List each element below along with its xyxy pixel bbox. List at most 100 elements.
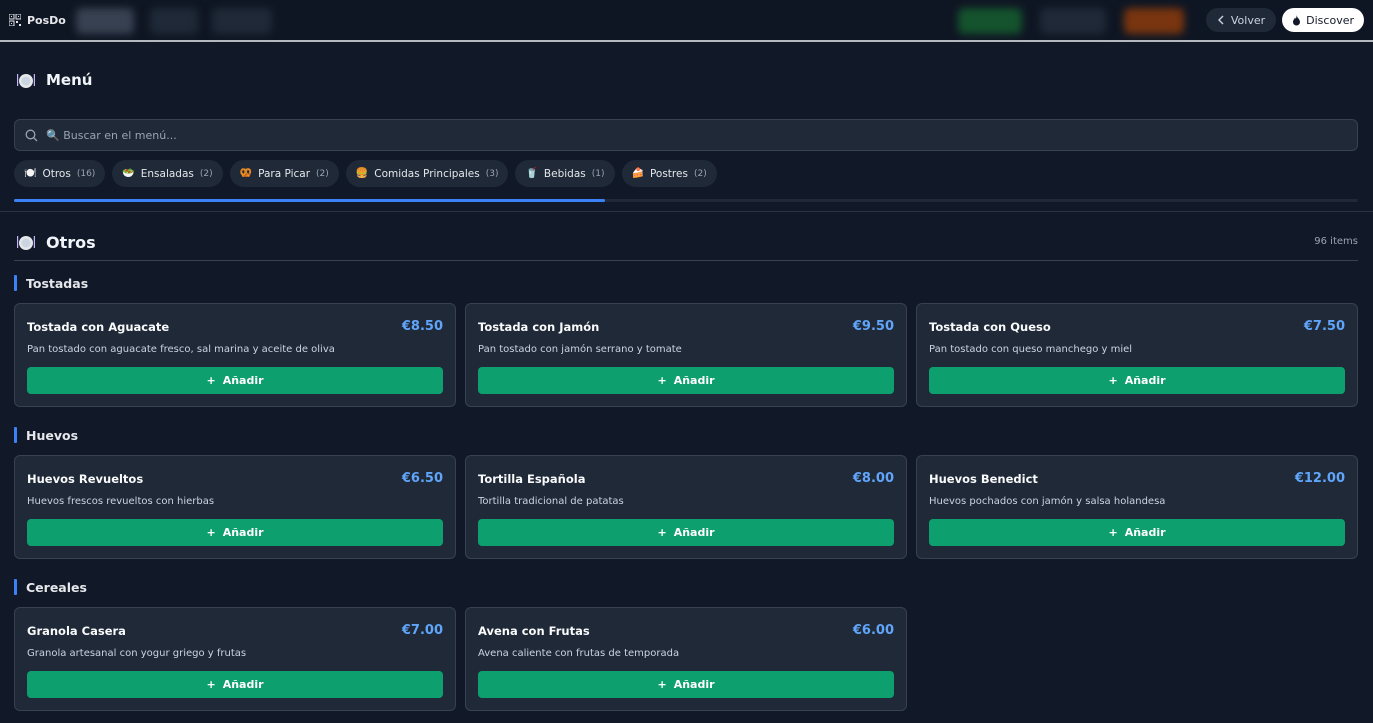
subcategory-header: Tostadas bbox=[14, 275, 88, 291]
subcategory-accent bbox=[14, 427, 17, 443]
brand[interactable]: PosDo bbox=[9, 14, 66, 27]
salad-icon: 🥗 bbox=[122, 168, 135, 179]
category-chip-postres[interactable]: 🍰 Postres (2) bbox=[621, 160, 717, 187]
category-chip-ensaladas[interactable]: 🥗 Ensaladas (2) bbox=[112, 160, 223, 187]
blurred-nav-region bbox=[1124, 8, 1184, 34]
add-item-button[interactable]: + Añadir bbox=[929, 519, 1345, 546]
add-item-label: Añadir bbox=[1124, 526, 1166, 539]
add-item-label: Añadir bbox=[222, 526, 264, 539]
menu-item-price: €6.00 bbox=[852, 623, 894, 638]
blurred-nav-region bbox=[1040, 8, 1106, 34]
add-item-button[interactable]: + Añadir bbox=[27, 367, 443, 394]
menu-item-card: Granola Casera €7.00 Granola artesanal c… bbox=[14, 607, 456, 711]
subcategory-title: Huevos bbox=[26, 427, 79, 443]
menu-item-description: Pan tostado con jamón serrano y tomate bbox=[478, 344, 682, 355]
drink-icon: 🥤 bbox=[525, 168, 538, 179]
menu-item-description: Pan tostado con aguacate fresco, sal mar… bbox=[27, 344, 335, 355]
plus-icon: + bbox=[657, 374, 667, 387]
plus-icon: + bbox=[206, 526, 216, 539]
menu-item-price: €12.00 bbox=[1294, 471, 1345, 486]
burger-icon: 🍔 bbox=[355, 168, 369, 179]
menu-item-name: Granola Casera bbox=[27, 624, 126, 638]
plus-icon: + bbox=[1108, 526, 1118, 539]
add-item-button[interactable]: + Añadir bbox=[929, 367, 1345, 394]
category-chips: 🍽️ Otros (16) 🥗 Ensaladas (2) 🥨 Para Pic… bbox=[14, 160, 717, 187]
add-item-button[interactable]: + Añadir bbox=[478, 519, 894, 546]
add-item-label: Añadir bbox=[222, 374, 264, 387]
category-chip-count: (2) bbox=[693, 168, 707, 179]
menu-item-name: Huevos Benedict bbox=[929, 472, 1038, 486]
add-item-button[interactable]: + Añadir bbox=[27, 671, 443, 698]
menu-item-name: Tostada con Aguacate bbox=[27, 320, 170, 334]
blurred-nav-region bbox=[958, 8, 1022, 34]
add-item-label: Añadir bbox=[222, 678, 264, 691]
back-button[interactable]: Volver bbox=[1205, 8, 1277, 32]
category-chip-count: (2) bbox=[316, 168, 329, 179]
menu-item-price: €7.00 bbox=[401, 623, 443, 638]
category-chip-para-picar[interactable]: 🥨 Para Picar (2) bbox=[229, 160, 339, 187]
discover-button-label: Discover bbox=[1306, 13, 1354, 27]
add-item-button[interactable]: + Añadir bbox=[478, 367, 894, 394]
page-title: Menú bbox=[46, 71, 93, 89]
section-title: Otros bbox=[46, 232, 96, 252]
search-icon bbox=[25, 129, 38, 141]
blurred-nav-region bbox=[150, 8, 198, 34]
menu-item-card: Tostada con Queso €7.50 Pan tostado con … bbox=[916, 303, 1358, 407]
subcategory-accent bbox=[14, 275, 17, 291]
category-chip-comidas-principales[interactable]: 🍔 Comidas Principales (3) bbox=[345, 160, 509, 187]
add-item-button[interactable]: + Añadir bbox=[27, 519, 443, 546]
menu-header: Menú bbox=[16, 70, 92, 90]
add-item-button[interactable]: + Añadir bbox=[478, 671, 894, 698]
section-item-count: 96 items bbox=[1314, 236, 1358, 247]
subcategory-title: Cereales bbox=[26, 579, 87, 595]
plus-icon: + bbox=[657, 678, 667, 691]
plate-icon bbox=[17, 74, 35, 88]
plate-icon: 🍽️ bbox=[24, 168, 37, 179]
category-chip-count: (2) bbox=[199, 168, 213, 179]
blurred-nav-region bbox=[212, 8, 272, 34]
plus-icon: + bbox=[1108, 374, 1118, 387]
flame-icon bbox=[1293, 14, 1301, 25]
category-chip-count: (1) bbox=[591, 168, 605, 179]
discover-button[interactable]: Discover bbox=[1282, 8, 1364, 32]
qr-code-icon bbox=[9, 14, 21, 26]
plus-icon: + bbox=[206, 678, 216, 691]
category-chip-label: Bebidas bbox=[543, 167, 586, 180]
menu-item-description: Avena caliente con frutas de temporada bbox=[478, 648, 680, 659]
category-scroll-progress[interactable] bbox=[14, 199, 1358, 202]
category-chip-label: Ensaladas bbox=[140, 167, 194, 180]
menu-item-price: €8.50 bbox=[401, 319, 443, 334]
menu-item-price: €7.50 bbox=[1303, 319, 1345, 334]
subcategory-header: Cereales bbox=[14, 579, 87, 595]
menu-item-card: Huevos Revueltos €6.50 Huevos frescos re… bbox=[14, 455, 456, 559]
category-chip-bebidas[interactable]: 🥤 Bebidas (1) bbox=[515, 160, 615, 187]
back-button-label: Volver bbox=[1230, 13, 1266, 27]
header-divider bbox=[0, 211, 1373, 212]
menu-item-description: Pan tostado con queso manchego y miel bbox=[929, 344, 1133, 355]
menu-item-card: Huevos Benedict €12.00 Huevos pochados c… bbox=[916, 455, 1358, 559]
cake-icon: 🍰 bbox=[631, 168, 644, 179]
menu-item-description: Tortilla tradicional de patatas bbox=[478, 496, 624, 507]
search-input[interactable] bbox=[46, 128, 1246, 142]
menu-item-price: €6.50 bbox=[401, 471, 443, 486]
plate-icon bbox=[17, 236, 35, 250]
subcategory-accent bbox=[14, 579, 17, 595]
menu-item-price: €8.00 bbox=[852, 471, 894, 486]
subcategory-header: Huevos bbox=[14, 427, 78, 443]
top-bar-divider bbox=[0, 40, 1373, 42]
brand-name: PosDo bbox=[27, 13, 66, 27]
subcategory-title: Tostadas bbox=[26, 275, 89, 291]
section-header: Otros bbox=[16, 232, 96, 252]
menu-item-card: Avena con Frutas €6.00 Avena caliente co… bbox=[465, 607, 907, 711]
category-chip-count: (3) bbox=[485, 168, 499, 179]
category-chip-label: Para Picar bbox=[258, 167, 311, 180]
menu-item-description: Huevos frescos revueltos con hierbas bbox=[27, 496, 215, 507]
menu-item-description: Huevos pochados con jamón y salsa holand… bbox=[929, 496, 1166, 507]
pretzel-icon: 🥨 bbox=[239, 168, 253, 179]
menu-item-description: Granola artesanal con yogur griego y fru… bbox=[27, 648, 247, 659]
search-bar bbox=[14, 119, 1358, 151]
menu-item-card: Tostada con Jamón €9.50 Pan tostado con … bbox=[465, 303, 907, 407]
add-item-label: Añadir bbox=[673, 678, 715, 691]
category-chip-label: Comidas Principales bbox=[374, 167, 480, 180]
category-chip-otros[interactable]: 🍽️ Otros (16) bbox=[14, 160, 106, 187]
